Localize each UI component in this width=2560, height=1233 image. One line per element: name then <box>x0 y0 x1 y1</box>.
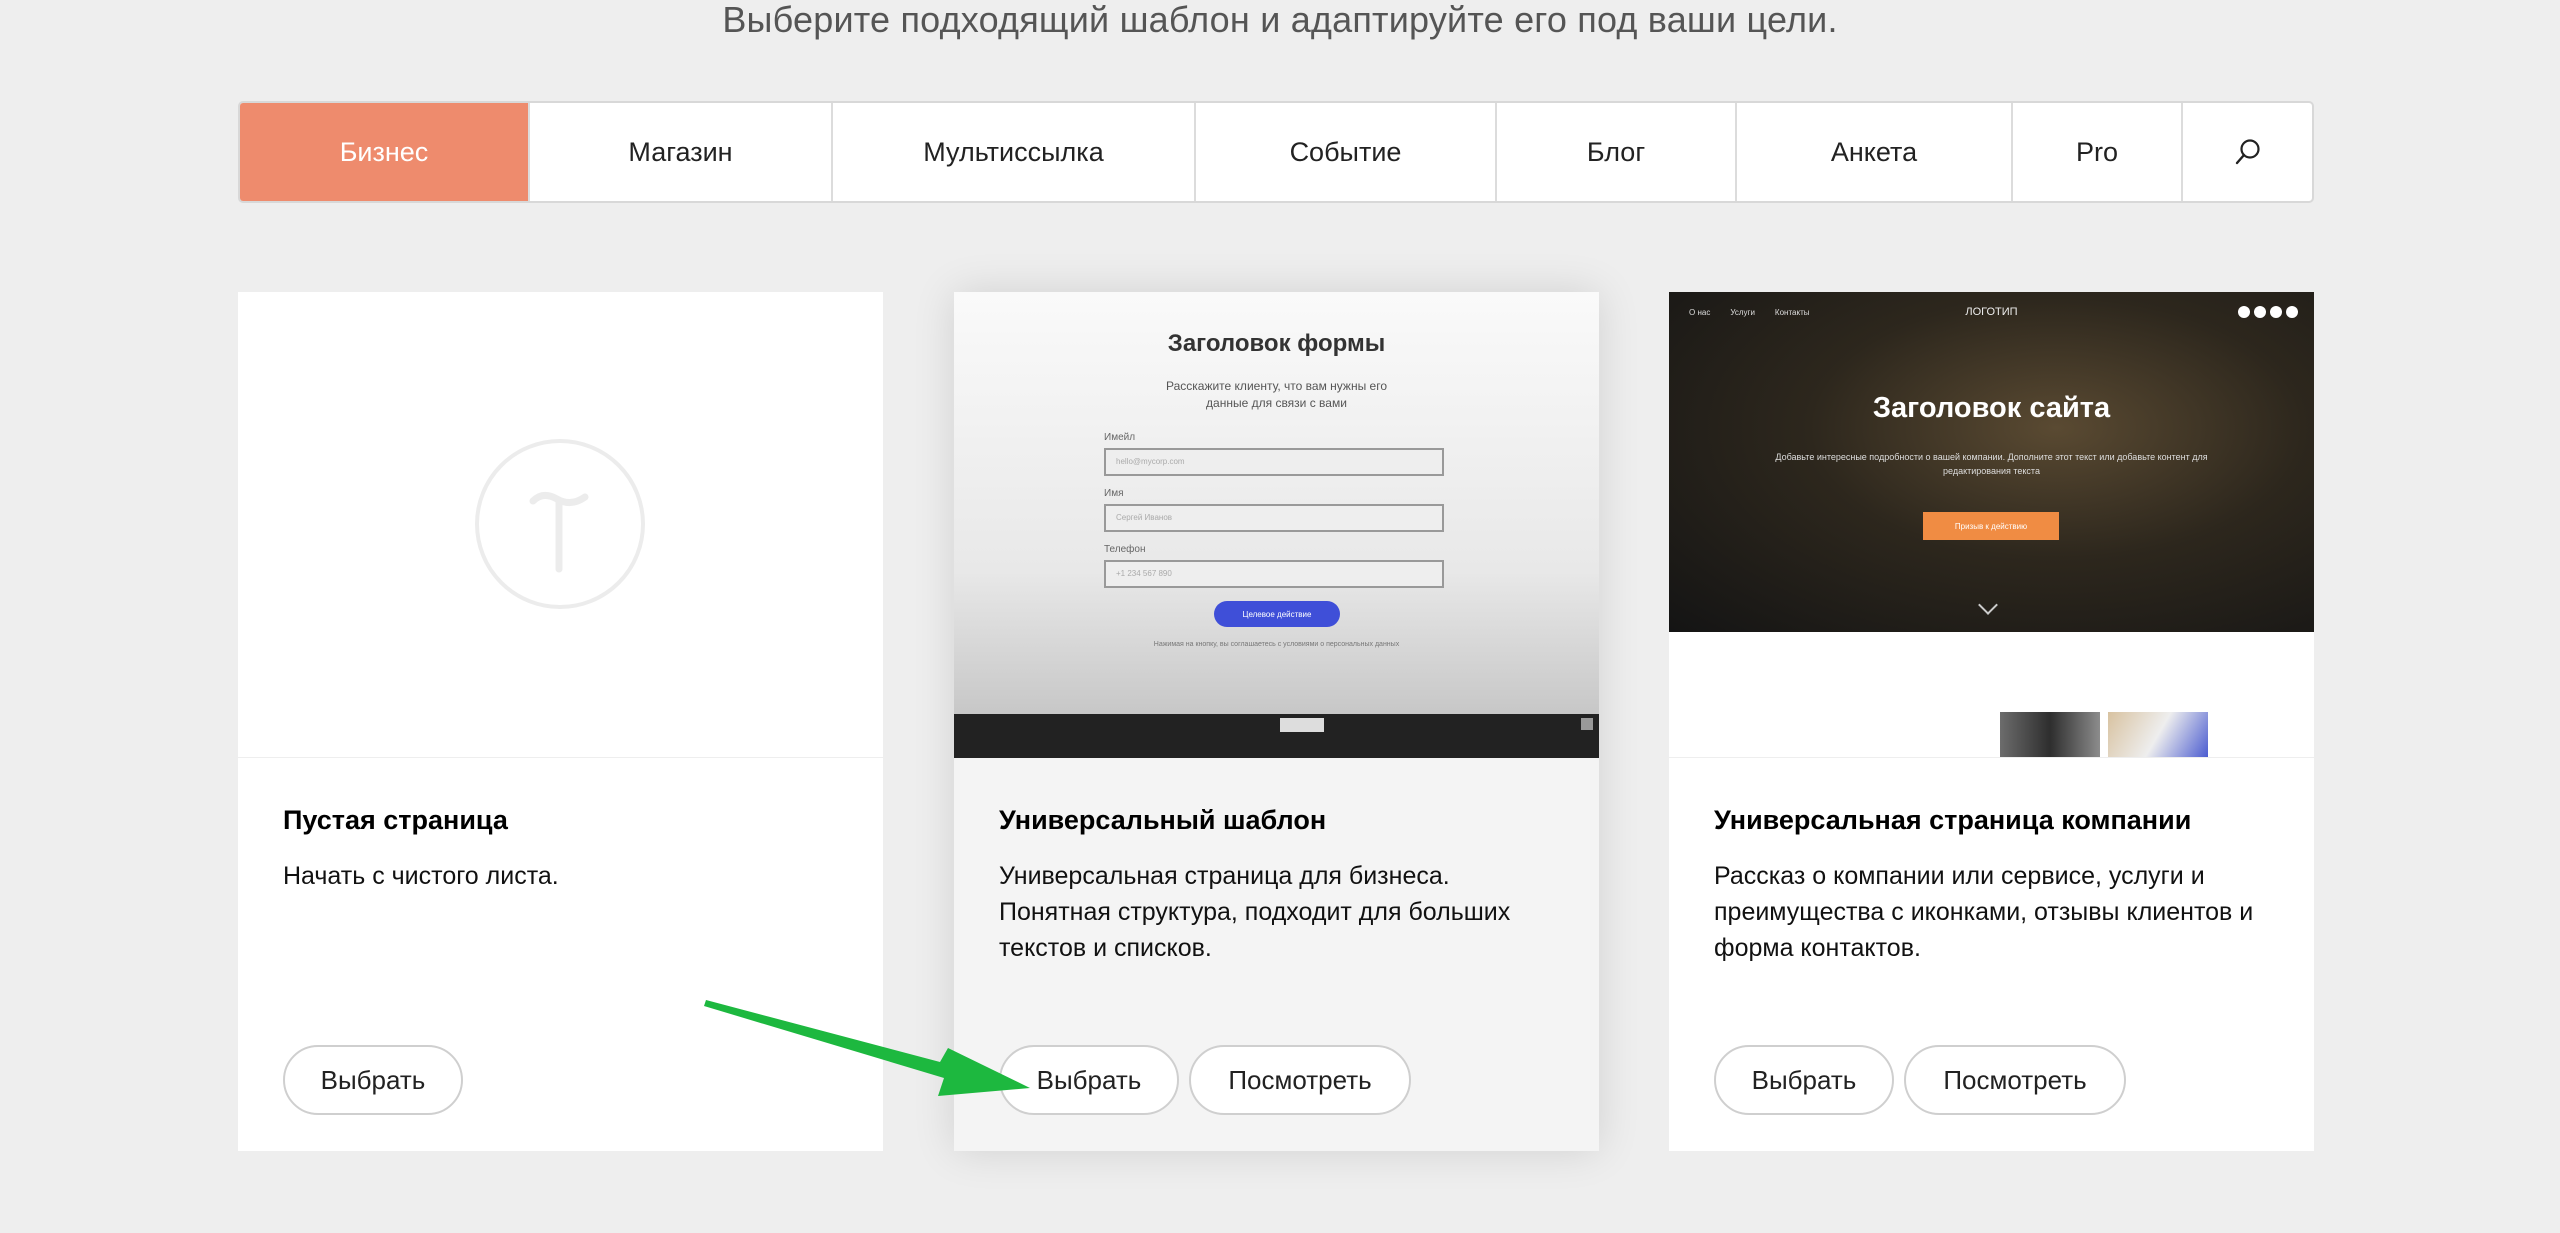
preview-social-icons <box>2238 306 2298 318</box>
facebook-icon <box>2238 306 2250 318</box>
card-description: Универсальная страница для бизнеса. Поня… <box>999 862 1511 962</box>
page: Выберите подходящий шаблон и адаптируйте… <box>0 0 2560 1233</box>
preview-note: Нажимая на кнопку, вы соглашаетесь с усл… <box>1153 641 1400 648</box>
tab-survey[interactable]: Анкета <box>1737 103 2013 201</box>
template-preview: Заголовок формы Расскажите клиенту, что … <box>954 292 1599 758</box>
chevron-down-icon <box>1978 595 1998 615</box>
search-button[interactable] <box>2183 103 2312 201</box>
card-title: Пустая страница <box>283 805 508 835</box>
search-icon <box>2235 139 2260 165</box>
template-card-universal[interactable]: Заголовок формы Расскажите клиенту, что … <box>954 292 1599 1151</box>
preview-form-subtitle: Расскажите клиенту, что вам нужны его да… <box>1165 379 1387 410</box>
twitter-icon <box>2254 306 2266 318</box>
preview-form-title: Заголовок формы <box>1167 330 1386 357</box>
tab-multilink[interactable]: Мультиссылка <box>833 103 1196 201</box>
tab-pro[interactable]: Pro <box>2013 103 2183 201</box>
preview-site-title: Заголовок сайта <box>1872 392 2111 424</box>
preview-cta-button: Целевое действие <box>1214 601 1340 627</box>
tab-business[interactable]: Бизнес <box>240 103 530 201</box>
preview-photo <box>2000 712 2100 757</box>
view-button[interactable]: Посмотреть <box>1904 1045 2126 1115</box>
preview-logo: ЛОГОТИП <box>1965 306 2018 318</box>
select-button[interactable]: Выбрать <box>283 1045 463 1115</box>
card-title: Универсальный шаблон <box>999 805 1327 835</box>
preview-field-label: Имя <box>1104 488 1124 499</box>
template-card-blank: Пустая страница Начать с чистого листа. … <box>238 292 883 1151</box>
template-card-company: О нас Услуги Контакты ЛОГОТИП Заголовок … <box>1669 292 2314 1151</box>
card-description: Рассказ о компании или сервисе, услуги и… <box>1714 862 2254 962</box>
select-button[interactable]: Выбрать <box>999 1045 1179 1115</box>
select-button[interactable]: Выбрать <box>1714 1045 1894 1115</box>
preview-hero: О нас Услуги Контакты ЛОГОТИП Заголовок … <box>1669 292 2314 632</box>
tab-event[interactable]: Событие <box>1196 103 1497 201</box>
preview-field: hello@mycorp.com <box>1104 448 1444 476</box>
preview-cta-button: Призыв к действию <box>1923 512 2059 540</box>
preview-square-icon <box>1581 718 1593 730</box>
preview-footer-bar <box>954 714 1599 758</box>
template-preview <box>238 292 883 758</box>
page-subtitle: Выберите подходящий шаблон и адаптируйте… <box>722 0 1838 40</box>
preview-field-label: Телефон <box>1104 544 1146 555</box>
card-description: Начать с чистого листа. <box>283 862 559 890</box>
template-preview: О нас Услуги Контакты ЛОГОТИП Заголовок … <box>1669 292 2314 758</box>
preview-chip <box>1280 718 1324 732</box>
preview-field: Сергей Иванов <box>1104 504 1444 532</box>
preview-photo <box>2108 712 2208 757</box>
preview-site-subtitle: Добавьте интересные подробности о вашей … <box>1775 452 2208 476</box>
view-button[interactable]: Посмотреть <box>1189 1045 1411 1115</box>
telegram-icon <box>2286 306 2298 318</box>
card-title: Универсальная страница компании <box>1714 805 2192 835</box>
preview-field: +1 234 567 890 <box>1104 560 1444 588</box>
tilda-logo-icon <box>475 439 645 609</box>
tab-shop[interactable]: Магазин <box>530 103 833 201</box>
category-tabs: Бизнес Магазин Мультиссылка Событие Блог… <box>238 101 2314 203</box>
preview-field-label: Имейл <box>1104 432 1136 443</box>
tab-blog[interactable]: Блог <box>1497 103 1737 201</box>
vk-icon <box>2270 306 2282 318</box>
